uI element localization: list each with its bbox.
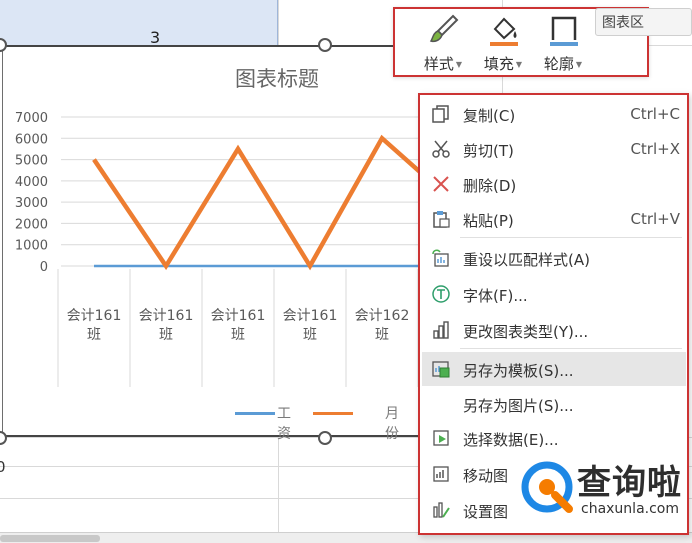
y-tick-label: 5000 xyxy=(15,154,48,169)
menu-separator xyxy=(460,348,682,349)
menu-item-change-chart-type[interactable]: 更改图表类型(Y)... xyxy=(422,313,686,347)
y-tick-label: 0 xyxy=(40,260,48,275)
x-tick-label-line2: 班 xyxy=(303,327,317,343)
y-tick-label: 7000 xyxy=(15,111,48,126)
menu-item-save-as-template[interactable]: 另存为模板(S)... xyxy=(422,352,686,386)
chart-type-icon xyxy=(433,321,449,339)
cell-edge-value: 0 xyxy=(0,458,6,476)
x-tick-label-line2: 班 xyxy=(375,327,389,343)
menu-item-label: 重设以匹配样式(A) xyxy=(463,251,590,269)
menu-item-label: 移动图 xyxy=(463,467,509,485)
menu-item-label: 删除(D) xyxy=(463,177,517,195)
y-tick-label: 4000 xyxy=(15,175,48,190)
brush-icon xyxy=(429,14,459,43)
x-tick-label-line2: 班 xyxy=(231,327,245,343)
y-tick-label: 6000 xyxy=(15,132,48,147)
x-tick-label: 会计161 xyxy=(67,308,122,324)
resize-handle-bottom-middle[interactable] xyxy=(318,431,332,445)
menu-item-font[interactable]: 字体(F)... xyxy=(422,277,686,311)
delete-icon xyxy=(433,176,449,192)
resize-handle-top-middle[interactable] xyxy=(318,38,332,52)
menu-item-label: 复制(C) xyxy=(463,107,516,125)
fill-button[interactable]: 填充 ▼ xyxy=(473,13,533,75)
x-tick-label: 会计161 xyxy=(283,308,338,324)
scissors-icon xyxy=(432,140,450,158)
legend-label-month: 月份 xyxy=(385,406,399,442)
fill-bucket-icon xyxy=(490,17,518,46)
move-chart-icon xyxy=(433,466,449,482)
menu-item-delete[interactable]: 删除(D) xyxy=(422,167,686,201)
menu-item-cut[interactable]: 剪切(T) Ctrl+X xyxy=(422,132,686,166)
menu-item-shortcut: Ctrl+V xyxy=(630,210,680,228)
menu-item-reset-style[interactable]: 重设以匹配样式(A) xyxy=(422,241,686,275)
legend-swatch-salary xyxy=(235,412,275,415)
y-tick-label: 1000 xyxy=(15,239,48,254)
menu-item-label: 粘贴(P) xyxy=(463,212,514,230)
style-button[interactable]: 样式 ▼ xyxy=(413,13,473,75)
copy-icon xyxy=(432,105,449,123)
menu-item-copy[interactable]: 复制(C) Ctrl+C xyxy=(422,97,686,131)
menu-item-label: 字体(F)... xyxy=(463,287,528,305)
menu-item-label: 设置图 xyxy=(463,503,509,521)
x-tick-label-line2: 班 xyxy=(87,327,101,343)
select-data-icon xyxy=(433,430,449,446)
outline-icon xyxy=(550,16,578,46)
menu-item-label: 另存为模板(S)... xyxy=(463,362,574,380)
menu-item-shortcut: Ctrl+X xyxy=(630,140,680,158)
legend-label-salary: 工资 xyxy=(277,406,291,442)
save-template-icon xyxy=(432,361,450,378)
legend-swatch-month xyxy=(313,412,353,415)
outline-button[interactable]: 轮廓 ▼ xyxy=(533,13,593,75)
fill-label: 填充 xyxy=(483,55,514,73)
font-icon xyxy=(432,285,450,303)
menu-item-label: 选择数据(E)... xyxy=(463,431,559,449)
style-label: 样式 xyxy=(423,55,454,73)
y-tick-label: 2000 xyxy=(15,217,48,232)
format-chart-icon xyxy=(433,502,450,518)
outline-label: 轮廓 xyxy=(543,55,574,73)
menu-item-label: 剪切(T) xyxy=(463,142,514,160)
x-tick-label: 会计162 xyxy=(355,308,410,324)
selected-cell-range[interactable] xyxy=(0,0,278,45)
chart-element-dropdown[interactable]: 图表区 xyxy=(595,8,692,36)
menu-item-shortcut: Ctrl+C xyxy=(630,105,680,123)
watermark-title: 查询啦 xyxy=(577,463,682,503)
watermark-url: chaxunla.com xyxy=(581,501,679,517)
menu-item-label: 更改图表类型(Y)... xyxy=(463,323,589,341)
paste-icon xyxy=(433,211,450,228)
reset-style-icon xyxy=(432,249,449,267)
menu-item-save-as-picture[interactable]: 另存为图片(S)... xyxy=(422,387,686,421)
menu-item-paste[interactable]: 粘贴(P) Ctrl+V xyxy=(422,202,686,236)
x-tick-label: 会计161 xyxy=(211,308,266,324)
watermark-logo-icon xyxy=(521,461,573,513)
y-tick-label: 3000 xyxy=(15,196,48,211)
x-tick-label-line2: 班 xyxy=(159,327,173,343)
scrollbar-thumb[interactable] xyxy=(0,535,100,542)
x-tick-label: 会计161 xyxy=(139,308,194,324)
menu-item-label: 另存为图片(S)... xyxy=(463,397,574,415)
watermark: 查询啦 chaxunla.com xyxy=(515,455,687,525)
menu-separator xyxy=(460,237,682,238)
menu-item-select-data[interactable]: 选择数据(E)... xyxy=(422,421,686,455)
